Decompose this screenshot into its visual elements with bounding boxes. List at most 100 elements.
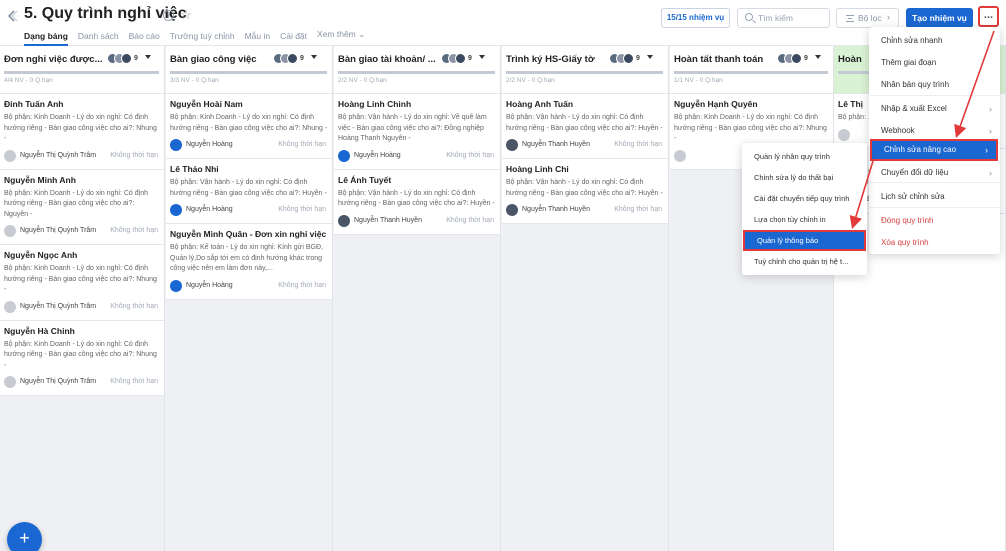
- task-card[interactable]: Nguyễn Ngọc Anh Bộ phận: Kinh Doanh - Lý …: [0, 245, 164, 321]
- avatar: [623, 53, 634, 64]
- card-deadline: Không thời hạn: [278, 141, 326, 148]
- page-header: 5. Quy trình nghỉ việc i ☆ Dạng bảng Dan…: [0, 0, 1006, 46]
- card-deadline: Không thời hạn: [614, 206, 662, 213]
- menu-item[interactable]: Lịch sử chỉnh sửa: [869, 186, 1000, 208]
- card-list: Hoàng Linh Chinh Bộ phận: Vận hành - Lý d…: [334, 94, 500, 235]
- menu-item[interactable]: Chuyển đổi dữ liệu ›: [869, 162, 1000, 184]
- menu-item[interactable]: Nhập & xuất Excel ›: [869, 98, 1000, 120]
- card-title: Nguyễn Hoài Nam: [170, 99, 243, 109]
- caret-down-icon[interactable]: [815, 55, 821, 59]
- board-column: Bàn giao tài khoản/ ... 9 2/2 NV - 0 Q.hạn…: [334, 46, 501, 551]
- info-icon[interactable]: i: [163, 10, 174, 21]
- menu-item[interactable]: Xóa quy trình: [869, 232, 1000, 254]
- task-card[interactable]: Nguyễn Hà Chinh Bộ phận: Kinh Doanh - Lý …: [0, 320, 164, 396]
- task-card[interactable]: Nguyễn Minh Anh Bộ phận: Kinh Doanh - Lý …: [0, 169, 164, 245]
- submenu-item[interactable]: Tuỳ chỉnh cho quản trị hệ t...: [742, 251, 867, 272]
- tab-print-templates[interactable]: Mẫu in: [245, 29, 271, 46]
- card-title: Nguyễn Minh Anh: [4, 174, 76, 185]
- menu-item-label: Chỉnh sửa nâng cao: [884, 145, 957, 154]
- column-title: Đơn nghỉ việc được...: [4, 54, 103, 65]
- task-card[interactable]: Đinh Tuấn Anh Bộ phận: Kinh Doanh - Lý do…: [0, 94, 164, 170]
- avatar: [338, 214, 350, 227]
- task-count-button[interactable]: 15/15 nhiệm vụ: [661, 8, 730, 28]
- card-assignee: Nguyễn Hoàng: [186, 206, 233, 213]
- tab-report[interactable]: Báo cáo: [129, 29, 160, 46]
- menu-item-label: Đóng quy trình: [881, 216, 934, 225]
- column-header[interactable]: Đơn nghỉ việc được... 9 4/4 NV - 0 Q.hạn: [0, 46, 164, 94]
- card-description: Bộ phận: Kinh Doanh - Lý do xin nghỉ: Có…: [4, 189, 148, 218]
- card-assignee: Nguyễn Thị Quỳnh Trâm: [20, 378, 97, 385]
- submenu-item[interactable]: Cài đặt chuyển tiếp quy trình: [742, 188, 867, 209]
- column-header[interactable]: Bàn giao tài khoản/ ... 9 2/2 NV - 0 Q.hạn: [334, 46, 500, 94]
- card-list: Đinh Tuấn Anh Bộ phận: Kinh Doanh - Lý do…: [0, 94, 164, 396]
- tab-more[interactable]: Xem thêm ⌄: [317, 29, 365, 46]
- menu-item[interactable]: Chỉnh sửa nhanh: [869, 30, 1000, 52]
- caret-down-icon[interactable]: [479, 55, 485, 59]
- submenu-item[interactable]: Quản lý nhân quy trình: [742, 146, 867, 167]
- avatar: [455, 53, 466, 64]
- create-task-button[interactable]: Tạo nhiệm vụ: [906, 8, 973, 28]
- task-card[interactable]: Nguyễn Hoài Nam Bộ phận: Kinh Doanh - Lý …: [166, 94, 332, 159]
- column-progress-bar: [506, 71, 663, 74]
- task-card[interactable]: Hoàng Linh Chinh Bộ phận: Vận hành - Lý d…: [334, 94, 500, 170]
- more-options-button[interactable]: ...: [978, 6, 999, 27]
- tab-list[interactable]: Danh sách: [78, 29, 119, 46]
- column-meta: 1/1 NV - 0 Q.hạn: [674, 77, 723, 84]
- task-card[interactable]: Hoàng Anh Tuấn Bộ phận: Vận hành - Lý do …: [502, 94, 668, 159]
- avatar: [4, 300, 16, 313]
- task-card[interactable]: Lê Thảo Nhi Bộ phận: Vận hành - Lý do xin…: [166, 159, 332, 224]
- menu-item-label: Chỉnh sửa nhanh: [881, 36, 943, 45]
- column-header[interactable]: Trình ký HS-Giấy tờ 9 2/2 NV - 0 Q.hạn: [502, 46, 668, 94]
- avatar: [4, 376, 16, 388]
- tab-board[interactable]: Dạng bảng: [24, 29, 68, 46]
- caret-down-icon[interactable]: [647, 55, 653, 59]
- task-card[interactable]: Nguyễn Minh Quân - Đơn xin nghỉ việc Bộ p…: [166, 224, 332, 300]
- column-member-avatars: [107, 53, 133, 65]
- submenu-item[interactable]: Lựa chọn tùy chỉnh in: [742, 209, 867, 230]
- submenu-item[interactable]: Chỉnh sửa lý do thất bại: [742, 167, 867, 188]
- submenu-item[interactable]: Quản lý thông báo: [743, 230, 866, 251]
- card-deadline: Không thời hạn: [110, 302, 158, 310]
- menu-item[interactable]: Nhân bản quy trình: [869, 74, 1000, 96]
- back-icon[interactable]: [6, 9, 18, 23]
- column-title: Bàn giao công việc: [170, 54, 257, 65]
- caret-down-icon[interactable]: [311, 55, 317, 59]
- card-description: Bộ phận: Vận hành - Lý do xin nghỉ: Có đ…: [506, 179, 663, 197]
- card-list: Nguyễn Hoài Nam Bộ phận: Kinh Doanh - Lý …: [166, 94, 332, 300]
- column-progress-fill: [506, 71, 663, 74]
- search-box[interactable]: [737, 8, 830, 28]
- menu-item[interactable]: Đóng quy trình: [869, 210, 1000, 232]
- board-column: Trình ký HS-Giấy tờ 9 2/2 NV - 0 Q.hạn Hoàn…: [502, 46, 669, 551]
- column-progress-bar: [4, 71, 159, 74]
- tab-more-label: Xem thêm: [317, 29, 356, 39]
- card-description: Bộ phận: Kinh Doanh - Lý do xin nghỉ: Có…: [4, 265, 157, 293]
- add-fab-button[interactable]: +: [7, 522, 42, 551]
- tab-custom-fields[interactable]: Trường tuỳ chỉnh: [170, 29, 235, 46]
- tab-settings[interactable]: Cài đặt: [280, 29, 307, 46]
- search-input[interactable]: [758, 12, 826, 24]
- menu-item-label: Nhân bản quy trình: [881, 80, 950, 89]
- card-title: Hoàng Linh Chi: [506, 164, 569, 174]
- filter-button[interactable]: Bộ lọc ›: [836, 8, 899, 28]
- card-description: Bộ phận: Kinh Doanh - Lý do xin nghỉ: Có…: [170, 114, 328, 132]
- column-meta: 2/2 NV - 0 Q.hạn: [506, 77, 555, 84]
- caret-down-icon[interactable]: [145, 55, 151, 59]
- menu-item-label: Xóa quy trình: [881, 238, 929, 247]
- menu-item[interactable]: Chỉnh sửa nâng cao ›: [870, 139, 998, 161]
- avatar: [170, 279, 182, 292]
- avatar: [121, 53, 132, 64]
- card-deadline: Không thời hạn: [278, 281, 326, 289]
- column-header[interactable]: Hoàn tất thanh toán 9 1/1 NV - 0 Q.hạn: [670, 46, 833, 94]
- menu-item[interactable]: Thêm giai đoạn: [869, 52, 1000, 74]
- card-footer: Nguyễn Thanh Huyền Không thời hạn: [506, 138, 664, 154]
- column-header[interactable]: Bàn giao công việc 9 3/3 NV - 0 Q.hạn: [166, 46, 332, 94]
- avatar: [4, 149, 16, 162]
- task-card[interactable]: Lê Ánh Tuyết Bộ phận: Vận hành - Lý do xi…: [334, 169, 500, 235]
- avatar: [287, 53, 298, 64]
- task-card[interactable]: Hoàng Linh Chi Bộ phận: Vận hành - Lý do …: [502, 159, 668, 224]
- menu-item-label: Chuyển đổi dữ liệu: [881, 168, 949, 177]
- column-member-count: 9: [636, 55, 640, 62]
- column-progress-fill: [674, 71, 828, 74]
- star-icon[interactable]: ☆: [180, 7, 192, 23]
- column-progress-fill: [170, 71, 327, 74]
